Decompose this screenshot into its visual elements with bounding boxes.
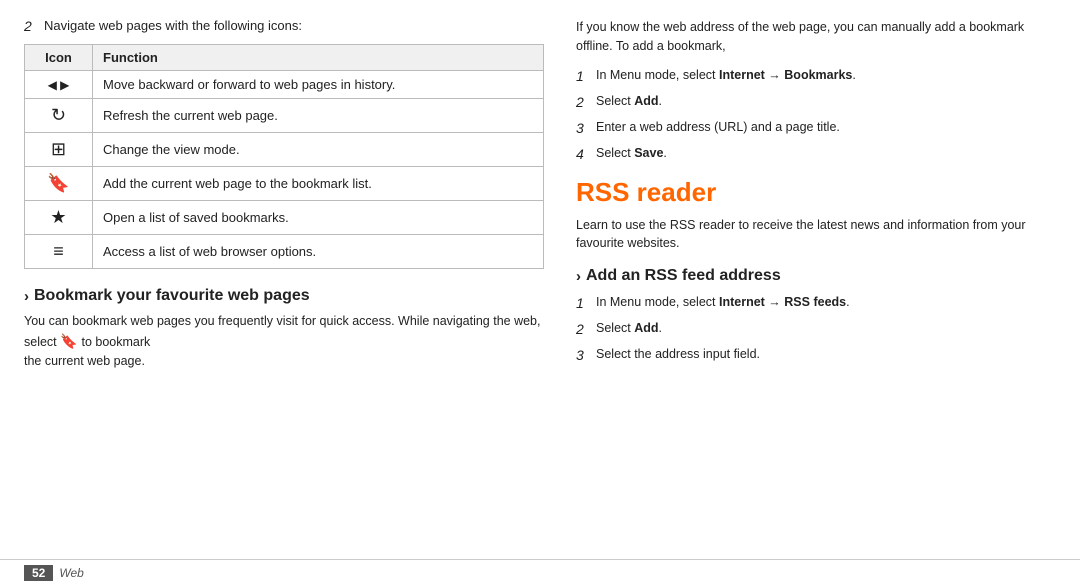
table-header-function: Function [93, 45, 544, 71]
chevron-icon: › [24, 288, 29, 305]
right-column: If you know the web address of the web p… [576, 18, 1056, 549]
footer-label: Web [59, 566, 83, 580]
footer: 52 Web [0, 559, 1080, 586]
chevron-icon-2: › [576, 268, 581, 285]
table-cell-function: Move backward or forward to web pages in… [93, 71, 544, 99]
list-item: 3 Enter a web address (URL) and a page t… [576, 118, 1056, 139]
intro-text: If you know the web address of the web p… [576, 18, 1056, 56]
table-cell-function: Change the view mode. [93, 133, 544, 167]
bookmark-steps-list: 1 In Menu mode, select Internet → Bookma… [576, 66, 1056, 165]
rss-title: RSS reader [576, 177, 1056, 208]
icon-table: Icon Function ◀ ▶Move backward or forwar… [24, 44, 544, 269]
rss-desc: Learn to use the RSS reader to receive t… [576, 216, 1056, 254]
table-cell-function: Refresh the current web page. [93, 99, 544, 133]
bookmark-title-text: Bookmark your favourite web pages [34, 287, 310, 305]
step-number: 2 [24, 18, 38, 34]
table-cell-icon: 🔖 [25, 167, 93, 201]
page-number: 52 [24, 565, 53, 581]
table-row: ≡Access a list of web browser options. [25, 235, 544, 269]
bookmark-section: › Bookmark your favourite web pages You … [24, 287, 544, 371]
bookmark-title: › Bookmark your favourite web pages [24, 287, 544, 305]
left-column: 2 Navigate web pages with the following … [24, 18, 544, 549]
table-cell-icon: ★ [25, 201, 93, 235]
table-cell-function: Access a list of web browser options. [93, 235, 544, 269]
table-cell-icon: ≡ [25, 235, 93, 269]
list-item: 4 Select Save. [576, 144, 1056, 165]
table-cell-function: Add the current web page to the bookmark… [93, 167, 544, 201]
bookmark-inline-icon: 🔖 [60, 333, 81, 349]
step2-header: 2 Navigate web pages with the following … [24, 18, 544, 34]
rss-sub-title: › Add an RSS feed address [576, 267, 1056, 285]
list-item: 2 Select Add. [576, 319, 1056, 340]
table-header-icon: Icon [25, 45, 93, 71]
list-item: 1 In Menu mode, select Internet → RSS fe… [576, 293, 1056, 314]
rss-steps-list: 1 In Menu mode, select Internet → RSS fe… [576, 293, 1056, 366]
list-item: 2 Select Add. [576, 92, 1056, 113]
table-cell-function: Open a list of saved bookmarks. [93, 201, 544, 235]
table-row: 🔖Add the current web page to the bookmar… [25, 167, 544, 201]
table-row: ★Open a list of saved bookmarks. [25, 201, 544, 235]
bookmark-body: You can bookmark web pages you frequentl… [24, 312, 544, 371]
table-row: ⊞Change the view mode. [25, 133, 544, 167]
table-row: ↻Refresh the current web page. [25, 99, 544, 133]
step2-text: Navigate web pages with the following ic… [44, 18, 302, 33]
list-item: 3 Select the address input field. [576, 345, 1056, 366]
table-row: ◀ ▶Move backward or forward to web pages… [25, 71, 544, 99]
table-cell-icon: ◀ ▶ [25, 71, 93, 99]
table-cell-icon: ↻ [25, 99, 93, 133]
table-cell-icon: ⊞ [25, 133, 93, 167]
list-item: 1 In Menu mode, select Internet → Bookma… [576, 66, 1056, 87]
